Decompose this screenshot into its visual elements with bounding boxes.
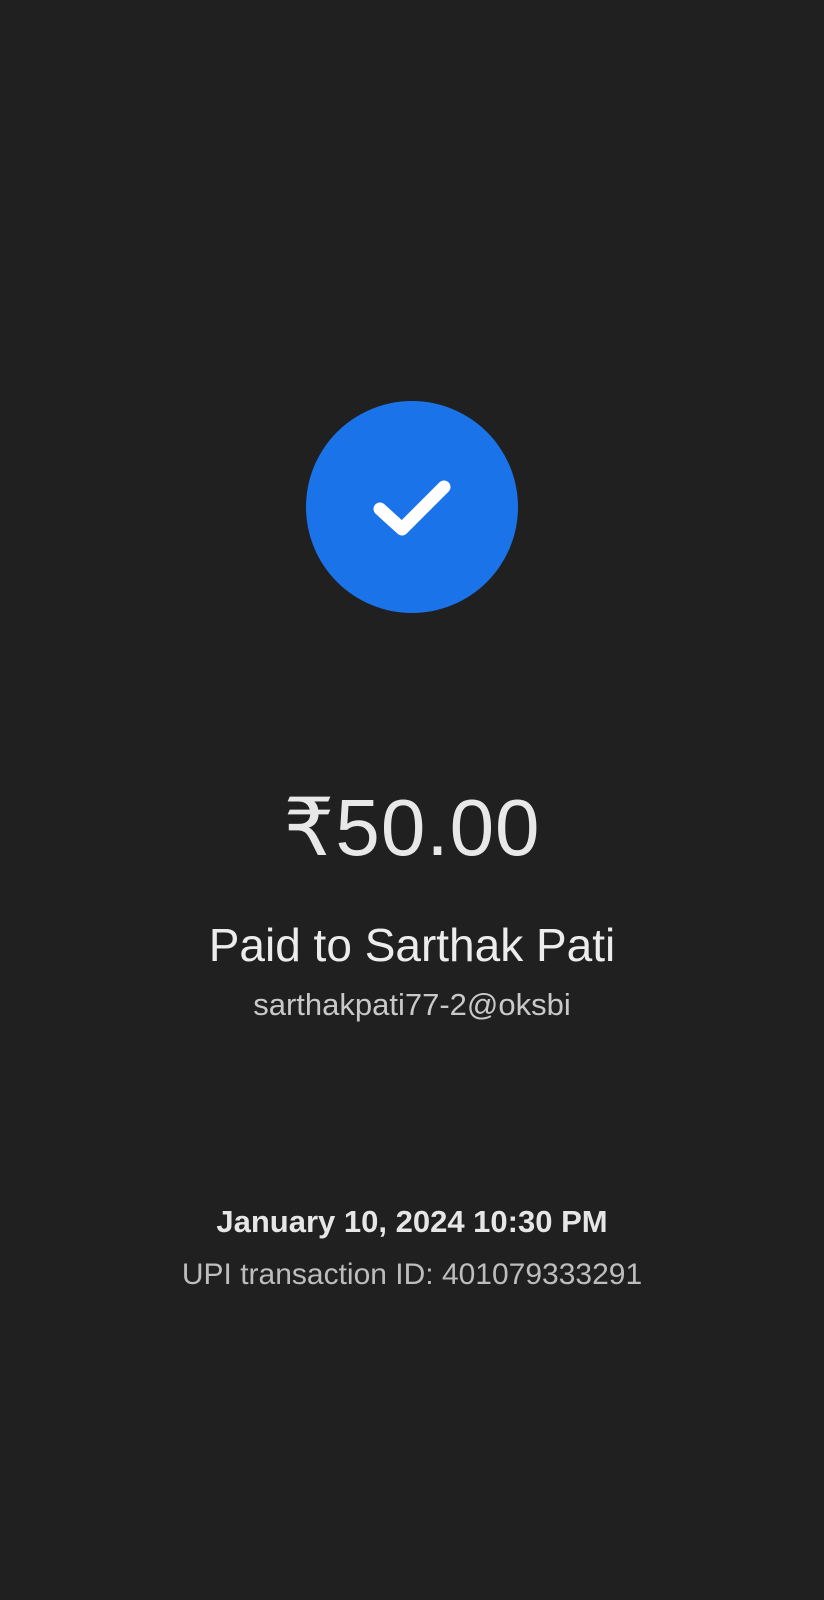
check-icon — [373, 480, 451, 536]
recipient-upi-id: sarthakpati77-2@oksbi — [253, 987, 571, 1022]
payment-success-screen: ₹50.00 Paid to Sarthak Pati sarthakpati7… — [0, 0, 824, 1600]
transaction-id: UPI transaction ID: 401079333291 — [181, 1258, 643, 1291]
payment-amount: ₹50.00 — [283, 783, 541, 872]
transaction-datetime: January 10, 2024 10:30 PM — [216, 1204, 608, 1239]
success-badge — [306, 401, 518, 613]
recipient-name: Paid to Sarthak Pati — [208, 919, 616, 971]
